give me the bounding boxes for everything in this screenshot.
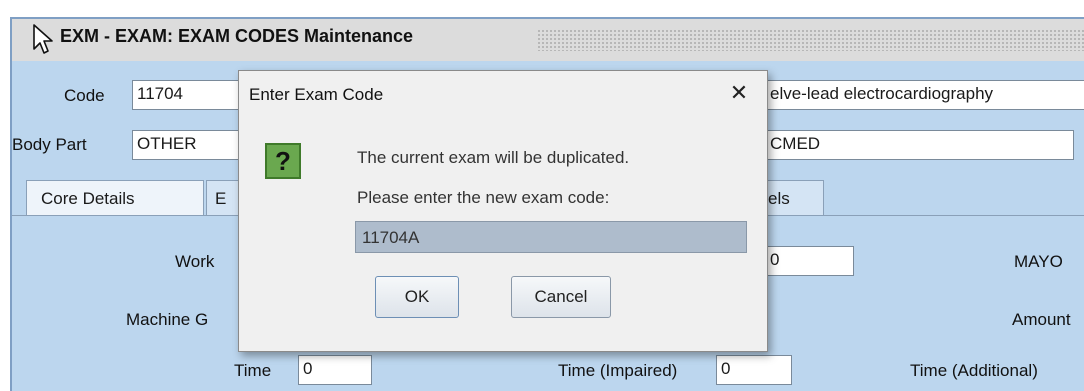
dialog-title: Enter Exam Code bbox=[249, 85, 384, 104]
enter-exam-code-dialog: Enter Exam Code ✕ ? The current exam wil… bbox=[238, 70, 768, 352]
code-field[interactable]: 11704 bbox=[132, 80, 240, 110]
ok-button[interactable]: OK bbox=[375, 276, 459, 318]
time-additional-label: Time (Additional) bbox=[910, 361, 1038, 380]
work-label: Work bbox=[175, 252, 215, 271]
body-part-field[interactable]: OTHER bbox=[132, 130, 240, 160]
dialog-message-line2: Please enter the new exam code: bbox=[357, 188, 610, 207]
time-label: Time bbox=[234, 361, 272, 380]
cancel-button[interactable]: Cancel bbox=[511, 276, 611, 318]
tab-els[interactable]: els bbox=[766, 180, 824, 216]
tab-core-details[interactable]: Core Details bbox=[26, 180, 204, 216]
mayo-label: MAYO bbox=[1014, 252, 1063, 271]
close-icon[interactable]: ✕ bbox=[723, 77, 755, 109]
dialog-message-line1: The current exam will be duplicated. bbox=[357, 148, 630, 167]
tab-e[interactable]: E bbox=[206, 180, 240, 216]
time-impaired-field[interactable]: 0 bbox=[716, 355, 792, 385]
time-field[interactable]: 0 bbox=[298, 355, 372, 385]
description-field[interactable]: elve-lead electrocardiography bbox=[765, 80, 1084, 110]
body-part-label: Body Part bbox=[12, 135, 87, 154]
window-title: EXM - EXAM: EXAM CODES Maintenance bbox=[60, 26, 414, 46]
question-icon: ? bbox=[265, 143, 301, 179]
code-label: Code bbox=[64, 86, 105, 105]
time-impaired-label: Time (Impaired) bbox=[558, 361, 678, 380]
work-field[interactable]: 0 bbox=[766, 246, 854, 276]
department-field[interactable]: CMED bbox=[765, 130, 1074, 160]
title-bar-pattern bbox=[537, 29, 1084, 51]
machine-label: Machine G bbox=[126, 310, 209, 329]
amount-label: Amount bbox=[1012, 310, 1071, 329]
new-exam-code-input[interactable]: 11704A bbox=[355, 221, 747, 253]
mouse-cursor-icon bbox=[33, 24, 53, 54]
